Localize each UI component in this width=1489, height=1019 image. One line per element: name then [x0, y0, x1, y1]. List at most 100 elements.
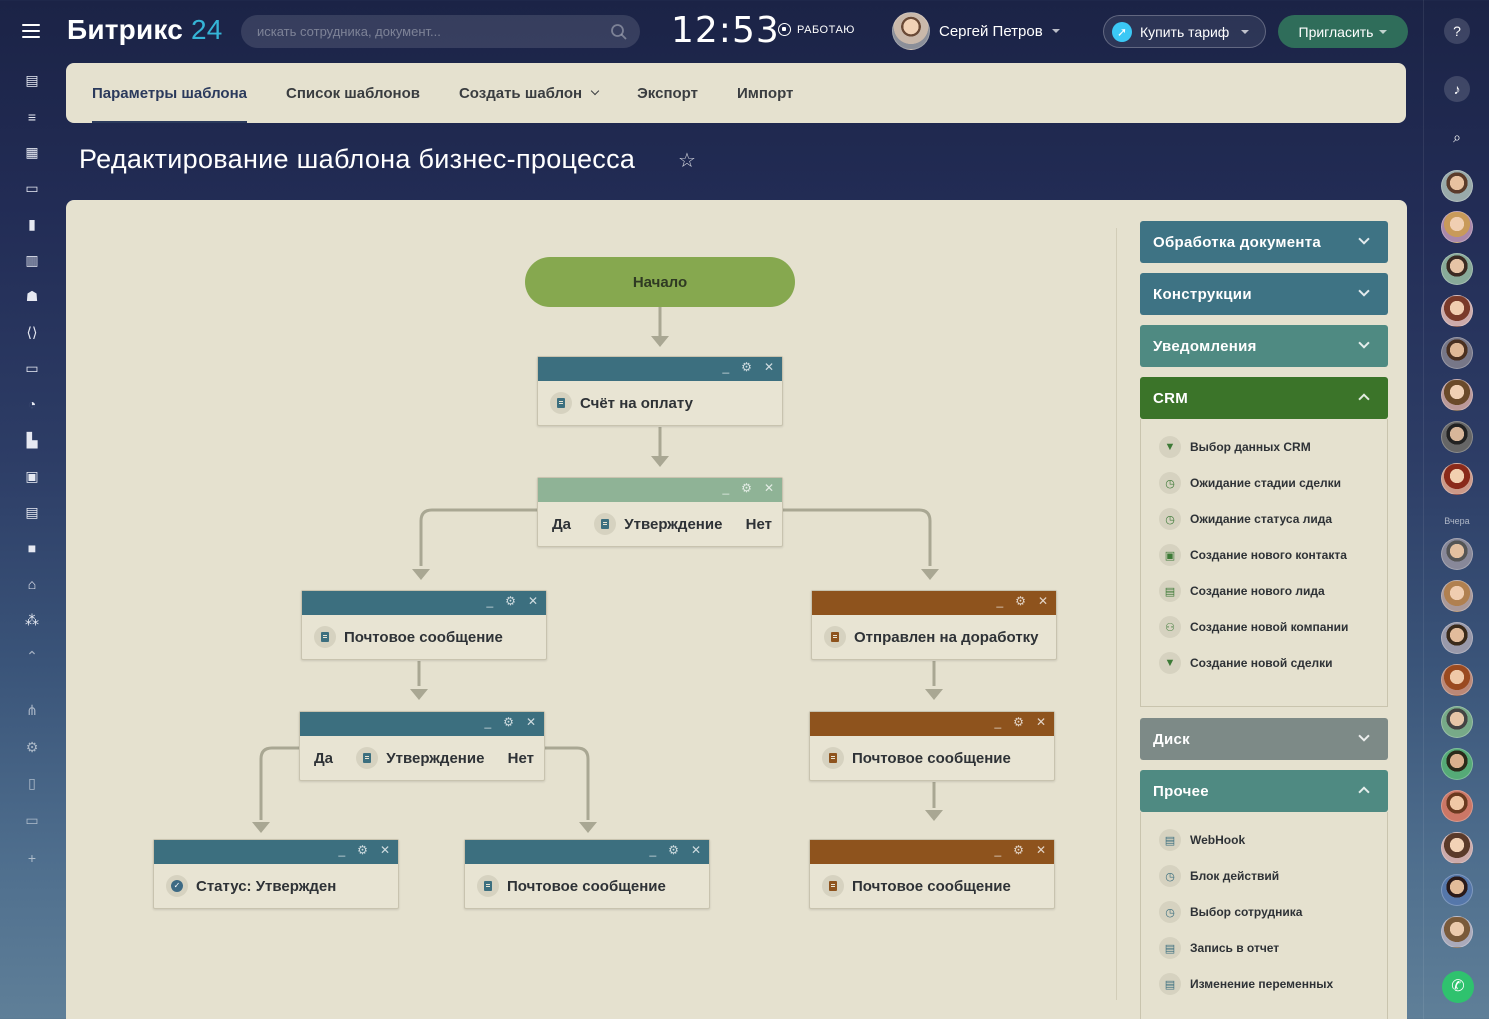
graph-icon[interactable]: ⁂ [22, 610, 42, 630]
avatar[interactable] [1441, 916, 1473, 948]
bank-icon[interactable]: ⌂ [22, 574, 42, 594]
group-document-processing[interactable]: Обработка документа [1140, 221, 1388, 263]
filter-icon[interactable]: ≡ [22, 107, 42, 127]
palette-item[interactable]: ▤ Изменение переменных [1141, 966, 1387, 1002]
close-icon[interactable]: ✕ [1036, 715, 1046, 729]
robot-icon[interactable]: ☗ [22, 286, 42, 306]
close-icon[interactable]: ✕ [1036, 843, 1046, 857]
avatar[interactable] [1441, 295, 1473, 327]
gear-icon[interactable]: ⚙ [741, 481, 752, 495]
group-other[interactable]: Прочее [1140, 770, 1388, 812]
tab-export[interactable]: Экспорт [637, 63, 698, 123]
gear-icon[interactable]: ⚙ [505, 594, 516, 608]
avatar[interactable] [1441, 337, 1473, 369]
palette-item[interactable]: ◷ Выбор сотрудника [1141, 894, 1387, 930]
palette-item[interactable]: ◷ Ожидание стадии сделки [1141, 465, 1387, 501]
plus-icon[interactable]: + [22, 848, 42, 868]
palette-item[interactable]: ▤ Запись в отчет [1141, 930, 1387, 966]
close-icon[interactable]: ✕ [528, 594, 538, 608]
gear-icon[interactable]: ⚙ [503, 715, 514, 729]
work-status[interactable]: РАБОТАЮ [778, 23, 855, 36]
avatar[interactable] [1441, 622, 1473, 654]
minimize-icon[interactable]: _ [996, 594, 1003, 608]
palette-item[interactable]: ▣ Создание нового контакта [1141, 537, 1387, 573]
chart-icon[interactable]: ▮ [22, 214, 42, 234]
group-crm[interactable]: CRM [1140, 377, 1388, 419]
avatar[interactable] [1441, 580, 1473, 612]
document-icon[interactable]: ▤ [22, 502, 42, 522]
video-icon[interactable]: ■ [22, 538, 42, 558]
avatar[interactable] [1441, 463, 1473, 495]
group-constructs[interactable]: Конструкции [1140, 273, 1388, 315]
close-icon[interactable]: ✕ [380, 843, 390, 857]
help-icon[interactable]: ? [1444, 18, 1470, 44]
avatar[interactable] [1441, 538, 1473, 570]
avatar[interactable] [1441, 664, 1473, 696]
group-notifications[interactable]: Уведомления [1140, 325, 1388, 367]
close-icon[interactable]: ✕ [1038, 594, 1048, 608]
gear-icon[interactable]: ⚙ [22, 737, 42, 757]
calendar-icon[interactable]: ▭ [22, 178, 42, 198]
avatar[interactable] [1441, 748, 1473, 780]
minimize-icon[interactable]: _ [338, 843, 345, 857]
avatar[interactable] [1441, 706, 1473, 738]
palette-item[interactable]: ▼ Выбор данных CRM [1141, 429, 1387, 465]
mail-block[interactable]: _ ⚙ ✕ Почтовое сообщение [809, 711, 1055, 781]
mail-block[interactable]: _ ⚙ ✕ Почтовое сообщение [464, 839, 710, 909]
tab-create-template[interactable]: Создать шаблон [459, 63, 600, 123]
logo[interactable]: Битрикс 24 [67, 14, 223, 46]
phone-icon[interactable]: ✆ [1442, 971, 1474, 1003]
gear-icon[interactable]: ⚙ [668, 843, 679, 857]
status-block[interactable]: _ ⚙ ✕ ✓ Статус: Утвержден [153, 839, 399, 909]
user-menu[interactable]: Сергей Петров [892, 12, 1060, 50]
dashboard-icon[interactable]: ▦ [22, 142, 42, 162]
clock-icon[interactable]: ◔ [22, 394, 42, 414]
minimize-icon[interactable]: _ [722, 481, 729, 495]
company-icon[interactable]: ▙ [22, 430, 42, 450]
minimize-icon[interactable]: _ [486, 594, 493, 608]
avatar[interactable] [1441, 421, 1473, 453]
bell-icon[interactable]: ♪ [1444, 76, 1470, 102]
invoice-block[interactable]: _ ⚙ ✕ Счёт на оплату [537, 356, 783, 426]
laptop-icon[interactable]: ▭ [22, 810, 42, 830]
tab-template-list[interactable]: Список шаблонов [286, 63, 420, 123]
mobile-icon[interactable]: ▯ [22, 773, 42, 793]
code-icon[interactable]: ⟨⟩ [22, 322, 42, 342]
minimize-icon[interactable]: _ [994, 715, 1001, 729]
image-icon[interactable]: ▣ [22, 466, 42, 486]
minimize-icon[interactable]: _ [649, 843, 656, 857]
search-input[interactable] [241, 15, 640, 48]
tab-template-params[interactable]: Параметры шаблона [92, 63, 247, 123]
star-icon[interactable]: ☆ [678, 148, 696, 173]
palette-item[interactable]: ▼ Создание новой сделки [1141, 645, 1387, 681]
store-icon[interactable]: ▭ [22, 358, 42, 378]
palette-item[interactable]: ⚇ Создание новой компании [1141, 609, 1387, 645]
minimize-icon[interactable]: _ [722, 360, 729, 374]
gear-icon[interactable]: ⚙ [357, 843, 368, 857]
book-icon[interactable]: ▥ [22, 250, 42, 270]
avatar[interactable] [1441, 170, 1473, 202]
avatar[interactable] [1441, 874, 1473, 906]
group-disk[interactable]: Диск [1140, 718, 1388, 760]
feed-icon[interactable]: ▤ [22, 70, 42, 90]
avatar[interactable] [1441, 832, 1473, 864]
minimize-icon[interactable]: _ [484, 715, 491, 729]
avatar[interactable] [1441, 790, 1473, 822]
close-icon[interactable]: ✕ [526, 715, 536, 729]
approval-block[interactable]: _ ⚙ ✕ Да Утверждение Нет [299, 711, 545, 781]
menu-icon[interactable] [22, 24, 40, 40]
search-icon[interactable] [610, 23, 628, 41]
close-icon[interactable]: ✕ [764, 481, 774, 495]
palette-item[interactable]: ◷ Ожидание статуса лида [1141, 501, 1387, 537]
buy-tariff-button[interactable]: ➚ Купить тариф [1103, 15, 1266, 48]
minimize-icon[interactable]: _ [994, 843, 1001, 857]
palette-item[interactable]: ▤ Создание нового лида [1141, 573, 1387, 609]
gear-icon[interactable]: ⚙ [1013, 715, 1024, 729]
avatar[interactable] [1441, 211, 1473, 243]
gear-icon[interactable]: ⚙ [1015, 594, 1026, 608]
close-icon[interactable]: ✕ [764, 360, 774, 374]
mail-block[interactable]: _ ⚙ ✕ Почтовое сообщение [809, 839, 1055, 909]
gear-icon[interactable]: ⚙ [741, 360, 752, 374]
avatar[interactable] [1441, 379, 1473, 411]
arrow-up-icon[interactable]: ⌃ [22, 646, 42, 666]
